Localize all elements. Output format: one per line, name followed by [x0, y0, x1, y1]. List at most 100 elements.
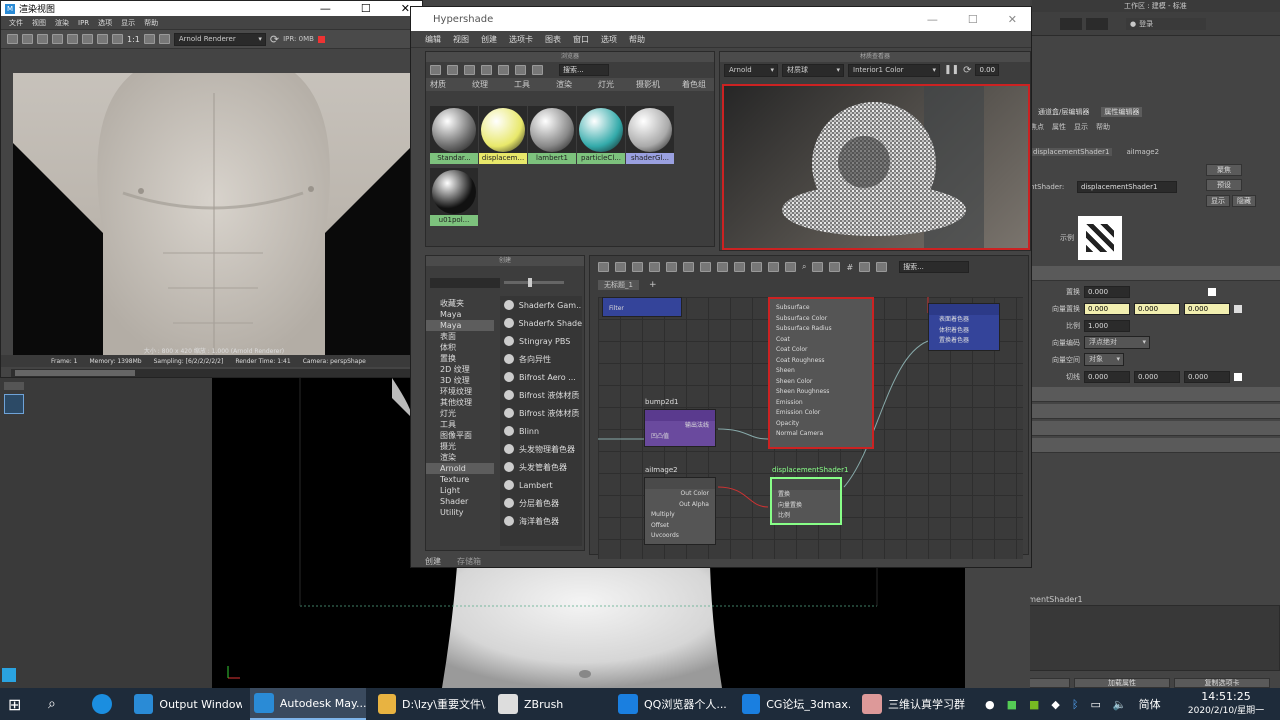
- shield-icon[interactable]: ◆: [1051, 698, 1059, 711]
- rv-menu-render[interactable]: 渲染: [55, 18, 69, 28]
- viewer-exposure-field[interactable]: 0.00: [975, 64, 1000, 76]
- browser-tab-materials[interactable]: 材质: [430, 79, 446, 90]
- standard-surface-node[interactable]: Subsurface Subsurface Color Subsurface Rad…: [768, 297, 874, 449]
- taskbar-app[interactable]: CG论坛_3dmax...: [738, 688, 850, 720]
- ne-icon-3[interactable]: [632, 262, 643, 272]
- section-header-node-behavior[interactable]: [1030, 387, 1280, 402]
- taskbar-app[interactable]: Autodesk May...: [250, 688, 366, 720]
- hs-menu-view[interactable]: 视图: [453, 34, 469, 45]
- viewer-shape-dropdown[interactable]: 材质球: [782, 63, 844, 77]
- hypershade-titlebar[interactable]: Hypershade — ☐ ✕: [411, 7, 1031, 31]
- node-list-item[interactable]: Bifrost 液体材质: [500, 404, 582, 422]
- tab-channel-box[interactable]: 通道盒/层编辑器: [1038, 107, 1089, 117]
- show-button[interactable]: 显示: [1206, 195, 1230, 207]
- hs-menu-edit[interactable]: 编辑: [425, 34, 441, 45]
- tree-item[interactable]: 2D 纹理: [426, 364, 494, 375]
- ie-button[interactable]: [88, 688, 118, 720]
- network-icon[interactable]: ▭: [1091, 698, 1101, 711]
- hs-menu-window[interactable]: 窗口: [573, 34, 589, 45]
- map-connected-icon[interactable]: [1234, 304, 1242, 313]
- tree-item[interactable]: 3D 纹理: [426, 375, 494, 386]
- tab-attribute-editor[interactable]: 属性编辑器: [1101, 107, 1143, 117]
- node-list-item[interactable]: Bifrost Aero ...: [500, 368, 582, 386]
- section-header-displacement[interactable]: [1030, 266, 1280, 281]
- render-view-scrollbar[interactable]: [11, 369, 419, 377]
- node-graph-canvas[interactable]: Filter bump2d1 输出法线 凹凸值 aiImage2 Out Col…: [598, 297, 1023, 559]
- ne-grid-icon[interactable]: #: [846, 263, 853, 272]
- hs-menu-tabs[interactable]: 选项卡: [509, 34, 533, 45]
- browser-tab-utilities[interactable]: 工具: [514, 79, 530, 90]
- tree-item[interactable]: Texture: [426, 474, 494, 485]
- node-list-item[interactable]: 各向异性: [500, 350, 582, 368]
- browser-icon-3[interactable]: [464, 65, 475, 75]
- node-list-item[interactable]: 海洋着色器: [500, 512, 582, 530]
- ne-icon-11[interactable]: [768, 262, 779, 272]
- taskbar-app[interactable]: Output Window: [130, 688, 242, 720]
- browser-icon-5[interactable]: [498, 65, 509, 75]
- tree-item[interactable]: 置换: [426, 353, 494, 364]
- aiimage-node[interactable]: aiImage2 Out Color Out Alpha Multiply Of…: [644, 466, 716, 545]
- render-view-titlebar[interactable]: M 渲染视图 — ☐ ✕: [1, 1, 422, 16]
- real-size-icon[interactable]: [158, 34, 170, 44]
- ae-menu-show[interactable]: 显示: [1074, 122, 1088, 132]
- displacement-shader-node[interactable]: displacementShader1 置换 向量置换 比例: [770, 466, 848, 525]
- tree-item[interactable]: Maya: [426, 309, 494, 320]
- scrollbar-thumb[interactable]: [15, 370, 135, 376]
- vector-space-dropdown[interactable]: 对象: [1084, 353, 1124, 366]
- node-list-item[interactable]: Bifrost 液体材质: [500, 386, 582, 404]
- node-list-item[interactable]: 分层着色器: [500, 494, 582, 512]
- hide-button[interactable]: 隐藏: [1232, 195, 1256, 207]
- material-swatch[interactable]: u01pol...: [430, 168, 478, 226]
- browser-icon-6[interactable]: [515, 65, 526, 75]
- render-region-icon[interactable]: [22, 34, 33, 44]
- displacement-field[interactable]: 0.000: [1084, 285, 1130, 298]
- ne-icon-9[interactable]: [734, 262, 745, 272]
- copy-tab-button[interactable]: 复制选项卡: [1174, 678, 1270, 688]
- tree-item[interactable]: 渲染: [426, 452, 494, 463]
- transform-field-z[interactable]: [1086, 18, 1108, 30]
- tree-item[interactable]: Arnold: [426, 463, 494, 474]
- tree-item[interactable]: Shader: [426, 496, 494, 507]
- graph-tab-untitled[interactable]: 无标题_1: [598, 280, 639, 290]
- vector-disp-z[interactable]: 0.000: [1184, 302, 1230, 315]
- browser-tab-textures[interactable]: 纹理: [472, 79, 488, 90]
- hs-menu-create[interactable]: 创建: [481, 34, 497, 45]
- rv-menu-help[interactable]: 帮助: [144, 18, 158, 28]
- zoom-label[interactable]: 1:1: [127, 35, 140, 44]
- vector-disp-x[interactable]: 0.000: [1084, 302, 1130, 315]
- rv-menu-file[interactable]: 文件: [9, 18, 23, 28]
- tree-item[interactable]: Maya: [426, 320, 494, 331]
- ne-search-icon[interactable]: ⌕: [802, 262, 806, 272]
- refresh-icon[interactable]: ⟳: [963, 65, 971, 76]
- node-tab-displacement[interactable]: displacementShader1: [1030, 148, 1113, 156]
- material-swatch[interactable]: particleCl...: [577, 106, 625, 164]
- node-editor-search[interactable]: 搜索...: [899, 261, 970, 273]
- hs-minimize-icon[interactable]: —: [927, 13, 938, 26]
- taskbar-app[interactable]: QQ浏览器个人...: [614, 688, 730, 720]
- tree-item[interactable]: 摄光: [426, 441, 494, 452]
- add-tab-icon[interactable]: +: [649, 280, 657, 290]
- viewer-material-dropdown[interactable]: Interior1 Color: [848, 63, 940, 77]
- ae-menu-help[interactable]: 帮助: [1096, 122, 1110, 132]
- renderer-dropdown[interactable]: Arnold Renderer: [173, 32, 266, 46]
- pause-icon[interactable]: ❚❚: [944, 65, 959, 75]
- taskbar-app[interactable]: 三维认真学习群: [858, 688, 968, 720]
- search-button[interactable]: ⌕: [44, 688, 74, 720]
- tree-item[interactable]: 收藏夹: [426, 298, 494, 309]
- refresh-ipr-icon[interactable]: [67, 34, 78, 44]
- load-attributes-button[interactable]: 加载属性: [1074, 678, 1170, 688]
- taskbar-app[interactable]: D:\lzy\重要文件\...: [374, 688, 486, 720]
- ime-indicator[interactable]: 简体: [1139, 696, 1161, 712]
- browser-icon-1[interactable]: [430, 65, 441, 75]
- browser-icon-2[interactable]: [447, 65, 458, 75]
- tree-item[interactable]: 其他纹理: [426, 397, 494, 408]
- qq-tray-icon[interactable]: ●: [985, 698, 995, 711]
- focus-button[interactable]: 聚焦: [1206, 164, 1242, 176]
- node-list-item[interactable]: 头发物理着色器: [500, 440, 582, 458]
- node-list-item[interactable]: Shaderfx Shader: [500, 314, 582, 332]
- alpha-icon[interactable]: [97, 34, 108, 44]
- browser-tab-rendering[interactable]: 渲染: [556, 79, 572, 90]
- clock[interactable]: 14:51:25 2020/2/10/星期一: [1186, 690, 1266, 716]
- node-tab-aiimage[interactable]: aiImage2: [1126, 148, 1159, 156]
- start-button[interactable]: ⊞: [0, 688, 30, 720]
